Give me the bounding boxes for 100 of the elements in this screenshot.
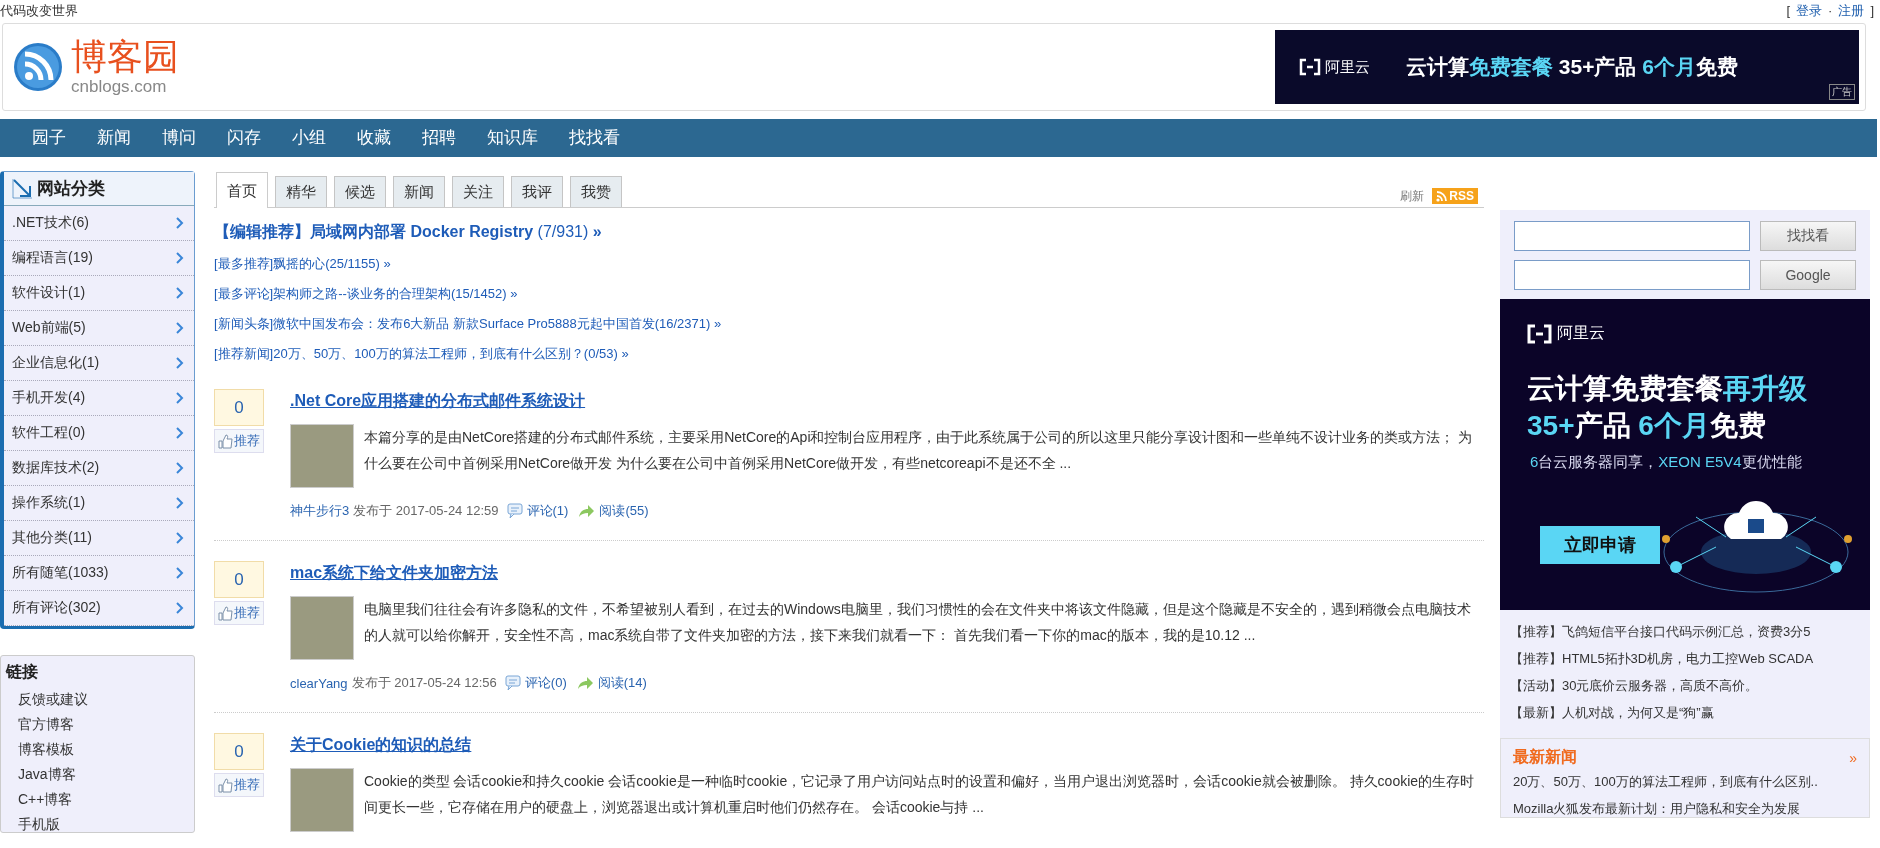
sidebar-link[interactable]: 官方博客 — [6, 712, 194, 737]
vote-count: 0 — [214, 389, 264, 426]
category-link[interactable]: 其他分类(11) — [4, 521, 194, 556]
bracket: [ — [1786, 3, 1791, 18]
chevron-right-icon — [175, 461, 184, 475]
chevron-right-icon — [175, 531, 184, 545]
featured-link[interactable]: [推荐新闻]20万、50万、100万的算法工程师，到底有什么区别？(0/53) » — [214, 339, 1484, 369]
promo-link[interactable]: 【推荐】HTML5拓扑3D机房，电力工控Web SCADA — [1510, 645, 1860, 672]
comments-link[interactable]: 评论(1) — [526, 502, 569, 520]
post-title[interactable]: mac系统下给文件夹加密方法 — [290, 563, 499, 584]
ad-slogan: 云计算免费套餐 35+产品 6个月免费 — [1406, 54, 1738, 80]
promo-link[interactable]: 【最新】人机对战，为何又是“狗”赢 — [1510, 699, 1860, 726]
sidebar-link[interactable]: Java博客 — [6, 762, 194, 787]
recommend-button[interactable]: 推荐 — [214, 773, 264, 797]
arrow-icon — [578, 503, 596, 519]
category-link[interactable]: 软件设计(1) — [4, 276, 194, 311]
category-link[interactable]: 所有评论(302) — [4, 591, 194, 626]
comments-link[interactable]: 评论(0) — [524, 674, 567, 692]
nav-link[interactable]: 博问 — [146, 119, 211, 157]
category-link[interactable]: 编程语言(19) — [4, 241, 194, 276]
tab[interactable]: 我评 — [511, 176, 563, 207]
category-link[interactable]: .NET技术(6) — [4, 206, 194, 241]
post-date: 发布于 2017-05-24 12:56 — [351, 674, 497, 692]
logo-name[interactable]: 博客园 — [71, 37, 179, 77]
sidebar-link[interactable]: 手机版 — [6, 812, 194, 832]
author-link[interactable]: 神牛步行3 — [290, 502, 350, 520]
category-link[interactable]: 软件工程(0) — [4, 416, 194, 451]
search-button[interactable]: Google — [1760, 260, 1856, 290]
separator: · — [1828, 3, 1833, 18]
post-title[interactable]: 关于Cookie的知识的总结 — [290, 735, 472, 756]
sidebar-link[interactable]: C++博客 — [6, 787, 194, 812]
chevron-right-icon — [175, 426, 184, 440]
category-label: 软件工程(0) — [12, 424, 86, 442]
header-link[interactable]: 注册 — [1838, 1, 1865, 20]
news-link[interactable]: Mozilla火狐发布最新计划：用户隐私和安全为发展 — [1513, 795, 1857, 817]
advertisement-banner[interactable]: 阿里云 云计算免费套餐 35+产品 6个月免费 广告 — [1275, 30, 1859, 104]
news-link[interactable]: 20万、50万、100万的算法工程师，到底有什么区别.. — [1513, 768, 1857, 795]
search-field[interactable] — [1514, 221, 1750, 251]
featured-link[interactable]: [新闻头条]微软中国发布会：发布6大新品 新款Surface Pro5888元起中国首发(16/2371) » — [214, 309, 1484, 339]
post-summary: 电脑里我们往往会有许多隐私的文件，不希望被别人看到，在过去的Windows电脑里，我们习惯性的会在文件夹中将该文件隐藏，但是这个隐藏是不安全的，遇到稍微会点电脑技术的人就可以给你解开，安全性不高，mac系统自带了文件夹加密的方法，接下来我们就看一下： 首先我们看一下你的mac的版本，我的是10.12 ... — [364, 600, 1472, 645]
tab[interactable]: 候选 — [334, 176, 386, 207]
post-summary: Cookie的类型 会话cookie和持久cookie 会话cookie是一种临时cookie，它记录了用户访问站点时的设置和偏好，当用户退出浏览器时，会话cookie就会被删除。 持久cookie的生存时间更长一些，它存储在用户的硬盘上，浏览器退出或计算机重启时他们仍然存在。 会话cookie与持 ... — [364, 772, 1476, 817]
brand-icon — [1527, 323, 1552, 344]
chevron-right-icon — [175, 496, 184, 510]
tab[interactable]: 首页 — [216, 172, 268, 208]
featured-link[interactable]: [最多推荐]飘摇的心(25/1155) » — [214, 249, 1484, 279]
author-link[interactable]: clearYang — [290, 675, 348, 691]
category-label: 企业信息化(1) — [12, 354, 100, 372]
nav-link[interactable]: 小组 — [276, 119, 341, 157]
tab[interactable]: 关注 — [452, 176, 504, 207]
category-label: Web前端(5) — [12, 319, 86, 337]
nav-link[interactable]: 知识库 — [471, 119, 553, 157]
search-button[interactable]: 找找看 — [1760, 221, 1856, 251]
comment-icon — [504, 675, 521, 691]
category-link[interactable]: 手机开发(4) — [4, 381, 194, 416]
ad-subline: 6台云服务器同享，XEON E5V4更优性能 — [1530, 453, 1803, 472]
nav-link[interactable]: 园子 — [16, 119, 81, 157]
avatar-placeholder[interactable] — [290, 596, 354, 660]
reads-link[interactable]: 阅读(55) — [599, 502, 649, 520]
avatar-placeholder[interactable] — [290, 768, 354, 832]
header-link[interactable]: 登录 — [1796, 1, 1823, 20]
nav-link[interactable]: 招聘 — [406, 119, 471, 157]
recommend-button[interactable]: 推荐 — [214, 601, 264, 625]
refresh-link[interactable]: 刷新 — [1400, 188, 1425, 205]
category-link[interactable]: 所有随笔(1033) — [4, 556, 194, 591]
tab[interactable]: 精华 — [275, 176, 327, 207]
category-label: 所有评论(302) — [12, 599, 101, 617]
post-summary: 本篇分享的是由NetCore搭建的分布式邮件系统，主要采用NetCore的Api和控制台应用程序，由于此系统属于公司的所以这里只能分享设计图和一些单纯不设计业务的类或方法； 为什么要在公司中首例采用NetCore做开发 为什么要在公司中首例采用NetCore做开发，有些netcoreapi不是还不全 ... — [364, 428, 1474, 473]
sidebar-link[interactable]: 博客模板 — [6, 737, 194, 762]
category-link[interactable]: 数据库技术(2) — [4, 451, 194, 486]
logo-domain: cnblogs.com — [71, 77, 168, 97]
post-title[interactable]: .Net Core应用搭建的分布式邮件系统设计 — [290, 391, 586, 412]
category-link[interactable]: Web前端(5) — [4, 311, 194, 346]
promo-link[interactable]: 【活动】30元底价云服务器，高质不高价。 — [1510, 672, 1860, 699]
post-date: 发布于 2017-05-24 12:59 — [353, 502, 499, 520]
ad-headline: 云计算免费套餐再升级 — [1527, 372, 1808, 406]
nav-link[interactable]: 闪存 — [211, 119, 276, 157]
thumbs-up-icon — [218, 777, 233, 793]
search-field[interactable] — [1514, 260, 1750, 290]
reads-link[interactable]: 阅读(14) — [597, 674, 647, 692]
category-link[interactable]: 企业信息化(1) — [4, 346, 194, 381]
brand-name: 阿里云 — [1557, 323, 1605, 343]
nav-link[interactable]: 新闻 — [81, 119, 146, 157]
tab[interactable]: 我赞 — [570, 176, 622, 207]
headline-link[interactable]: 【编辑推荐】局域网内部署 Docker Registry (7/931) » — [214, 222, 1484, 243]
apply-button[interactable]: 立即申请 — [1540, 526, 1660, 564]
avatar-placeholder[interactable] — [290, 424, 354, 488]
rss-icon — [1436, 190, 1448, 202]
chevron-right-icon — [175, 216, 184, 230]
category-link[interactable]: 操作系统(1) — [4, 486, 194, 521]
tab[interactable]: 新闻 — [393, 176, 445, 207]
category-label: 操作系统(1) — [12, 494, 86, 512]
recommend-button[interactable]: 推荐 — [214, 429, 264, 453]
promo-link[interactable]: 【推荐】飞鸽短信平台接口代码示例汇总，资费3分5 — [1510, 618, 1860, 645]
advertisement-banner[interactable]: 阿里云 云计算免费套餐再升级 35+产品 6个月免费 6台云服务器同享，XEON E5V4更优性能 立即申请 — [1500, 299, 1870, 610]
featured-link[interactable]: [最多评论]架构师之路--谈业务的合理架构(15/1452) » — [214, 279, 1484, 309]
sidebar-link[interactable]: 反馈或建议 — [6, 687, 194, 712]
nav-link[interactable]: 收藏 — [341, 119, 406, 157]
chevron-right-icon — [175, 286, 184, 300]
nav-link[interactable]: 找找看 — [553, 119, 635, 157]
